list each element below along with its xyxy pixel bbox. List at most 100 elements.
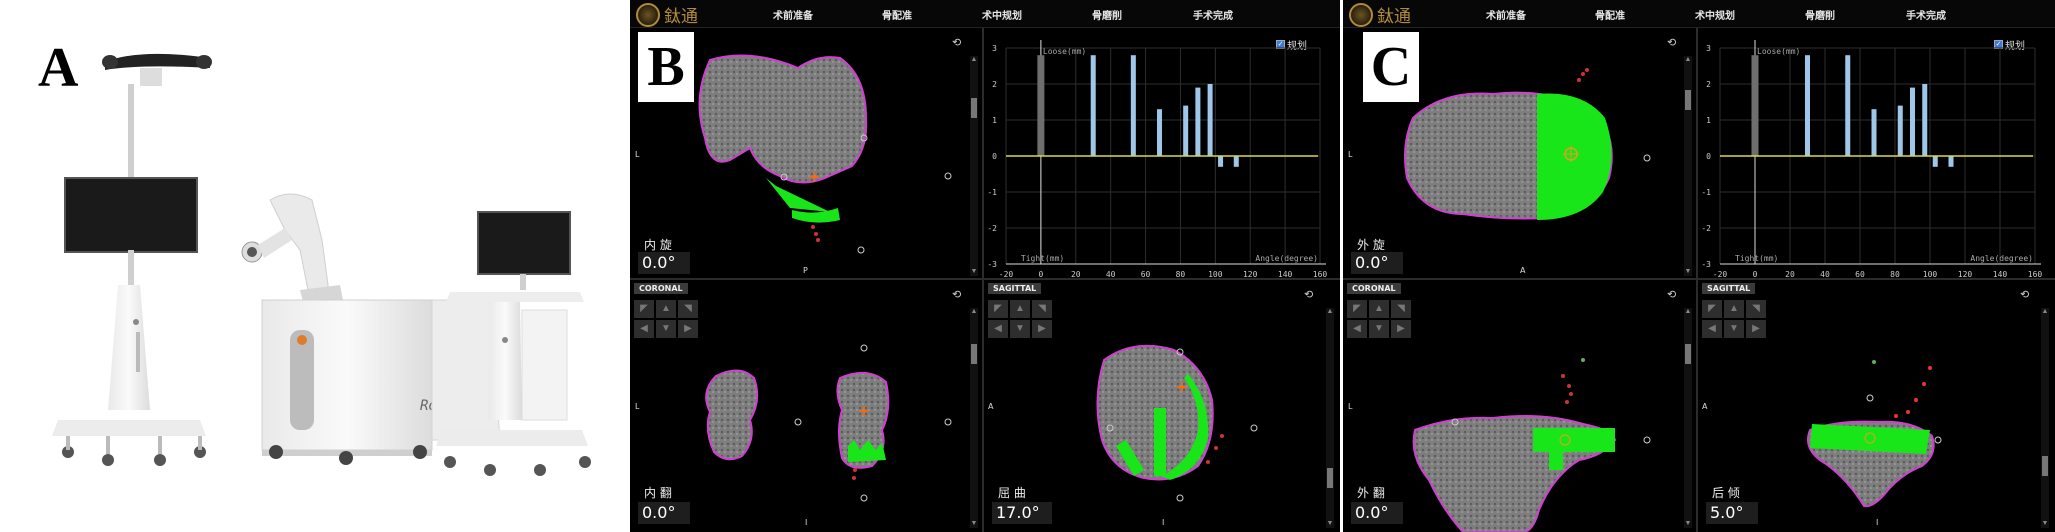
axial-angle-value[interactable]: 0.0°	[638, 252, 690, 274]
y-axis-label-tight: Tight(mm)	[1735, 254, 1778, 263]
y-tick-label: 1	[992, 116, 997, 125]
axial-view[interactable]: C L A ⟲ ▲ ▼ 外 旋 0.0°	[1343, 28, 1698, 280]
chart-bar	[1932, 156, 1938, 167]
chart-bar	[1218, 156, 1224, 167]
sagittal-view[interactable]: SAGITTAL ◤ ▲ ◥ ◀ ▼ ▶ A I ⟲ ▲ ▼ 后 倾 5.0°	[1698, 280, 2055, 532]
scroll-down-icon[interactable]: ▼	[1326, 520, 1334, 528]
scroll-down-icon[interactable]: ▼	[970, 268, 978, 276]
x-tick-label: 120	[1958, 270, 1973, 279]
menu-item-preop-prep[interactable]: 术前准备	[1486, 7, 1526, 22]
coronal-slice-scrollbar[interactable]: ▲ ▼	[970, 308, 978, 528]
x-tick-label: 0	[1753, 270, 1758, 279]
menu-item-bone-milling[interactable]: 骨磨削	[1092, 7, 1122, 22]
chart-bar	[1195, 87, 1201, 156]
y-tick-label: 2	[1706, 80, 1711, 89]
menu-item-bone-registration[interactable]: 骨配准	[882, 7, 912, 22]
coronal-view[interactable]: CORONAL ◤ ▲ ◥ ◀ ▼ ▶ L I ⟲ ▲ ▼ 内 翻 0.0°	[630, 280, 984, 532]
sagittal-slice-scrollbar[interactable]: ▲ ▼	[1326, 308, 1334, 528]
rotate-view-icon[interactable]: ⟲	[2020, 288, 2036, 301]
scroll-up-icon[interactable]: ▲	[970, 308, 978, 316]
scroll-down-icon[interactable]: ▼	[970, 520, 978, 528]
menu-item-intraop-planning[interactable]: 术中规划	[1695, 7, 1735, 22]
axial-slice-scrollbar[interactable]: ▲ ▼	[970, 56, 978, 276]
scroll-up-icon[interactable]: ▲	[1326, 308, 1334, 316]
chart-bar	[1897, 105, 1903, 156]
x-tick-label: -20	[999, 270, 1014, 279]
sagittal-angle-label: 后 倾	[1712, 486, 1740, 500]
chart-bar	[1233, 156, 1239, 167]
scroll-down-icon[interactable]: ▼	[1684, 268, 1692, 276]
chart-bar	[1910, 87, 1915, 156]
rotate-view-icon[interactable]: ⟲	[1667, 36, 1683, 49]
scroll-up-icon[interactable]: ▲	[2041, 308, 2049, 316]
menu-item-intraop-planning[interactable]: 术中规划	[982, 7, 1022, 22]
y-tick-label: -1	[1701, 188, 1711, 197]
panel-letter-a: A	[38, 37, 79, 99]
coronal-angle-value[interactable]: 0.0°	[1351, 502, 1403, 524]
panel-b-femur-planning-screen: 鈦通 术前准备 骨配准 术中规划 骨磨削 手术完成 B L P ⟲ ▲ ▼ 内 …	[630, 0, 1340, 532]
scroll-thumb[interactable]	[971, 344, 977, 364]
menu-item-surgery-complete[interactable]: 手术完成	[1906, 7, 1946, 22]
y-tick-label: -2	[987, 224, 997, 233]
sagittal-bone-scan	[1096, 344, 1258, 502]
scroll-down-icon[interactable]: ▼	[2041, 520, 2049, 528]
scroll-thumb[interactable]	[1327, 468, 1333, 488]
y-axis-label-loose: Loose(mm)	[1043, 47, 1086, 56]
axial-view[interactable]: B L P ⟲ ▲ ▼ 内 旋 0.0°	[630, 28, 984, 280]
scroll-up-icon[interactable]: ▲	[1684, 56, 1692, 64]
tracking-camera-cart	[52, 53, 212, 466]
rotate-view-icon[interactable]: ⟲	[1667, 288, 1683, 301]
y-tick-label: -2	[1701, 224, 1711, 233]
top-menu-bar: 鈦通 术前准备 骨配准 术中规划 骨磨削 手术完成	[1343, 0, 2055, 28]
rotate-view-icon[interactable]: ⟲	[1304, 288, 1320, 301]
x-tick-label: 20	[1071, 270, 1081, 279]
chart-bar	[1845, 55, 1851, 157]
coronal-angle-value[interactable]: 0.0°	[638, 502, 690, 524]
chart-bar	[1871, 109, 1877, 156]
sagittal-angle-value[interactable]: 17.0°	[992, 502, 1052, 524]
rotate-view-icon[interactable]: ⟲	[952, 36, 968, 49]
axial-angle-value[interactable]: 0.0°	[1351, 252, 1403, 274]
x-axis-label: Angle(degree)	[1970, 254, 2033, 263]
x-tick-label: 60	[1141, 270, 1151, 279]
brand-name: 鈦通	[664, 7, 698, 27]
sagittal-angle-label: 屈 曲	[998, 486, 1026, 500]
menu-item-preop-prep[interactable]: 术前准备	[773, 7, 813, 22]
scroll-thumb[interactable]	[2042, 456, 2048, 476]
x-tick-label: 100	[1208, 270, 1223, 279]
axial-bone-scan	[1404, 68, 1651, 220]
robot-arm-base-unit: Robot	[241, 193, 501, 465]
menu-item-surgery-complete[interactable]: 手术完成	[1193, 7, 1233, 22]
scroll-thumb[interactable]	[1685, 344, 1691, 364]
menu-item-bone-registration[interactable]: 骨配准	[1595, 7, 1625, 22]
scroll-thumb[interactable]	[971, 98, 977, 118]
axial-slice-scrollbar[interactable]: ▲ ▼	[1684, 56, 1692, 276]
sagittal-angle-value[interactable]: 5.0°	[1706, 502, 1758, 524]
rotate-view-icon[interactable]: ⟲	[952, 288, 968, 301]
coronal-angle-label: 内 翻	[644, 486, 672, 500]
scroll-up-icon[interactable]: ▲	[1684, 308, 1692, 316]
x-tick-label: 100	[1923, 270, 1938, 279]
sagittal-slice-scrollbar[interactable]: ▲ ▼	[2041, 308, 2049, 528]
sagittal-view[interactable]: SAGITTAL ◤ ▲ ◥ ◀ ▼ ▶ A I ⟲ ▲ ▼ 屈 曲 17.0°	[984, 280, 1340, 532]
x-tick-label: 120	[1243, 270, 1258, 279]
x-tick-label: 140	[1993, 270, 2008, 279]
brand-logo: 鈦通	[636, 2, 698, 27]
menu-item-bone-milling[interactable]: 骨磨削	[1805, 7, 1835, 22]
x-tick-label: 160	[2028, 270, 2043, 279]
x-tick-label: 60	[1855, 270, 1865, 279]
x-tick-label: 140	[1278, 270, 1293, 279]
gap-balance-chart-view: ✓ 规划 3 2 1 0 -1 -2 -3 -20 0 20 40 60 80 100 120 140 160 L…	[1698, 28, 2055, 280]
scroll-down-icon[interactable]: ▼	[1684, 520, 1692, 528]
y-tick-label: 1	[1706, 116, 1711, 125]
scroll-up-icon[interactable]: ▲	[970, 56, 978, 64]
gap-balance-chart-view: ✓ 规划 3 2 1 0 -1 -2 -3 -20 0 20 40 60 80 100 120 140 160 L…	[984, 28, 1340, 280]
gap-balance-chart: 3 2 1 0 -1 -2 -3-20 0 20 40 60 80 100 120 140 160 Loose(…	[1701, 40, 2043, 279]
scroll-thumb[interactable]	[1685, 90, 1691, 110]
coronal-view[interactable]: CORONAL ◤▲◥ ◀▼▶ L I ⟲ ▲ ▼ 外 翻 0.0°	[1343, 280, 1698, 532]
coronal-slice-scrollbar[interactable]: ▲ ▼	[1684, 308, 1692, 528]
axial-angle-label: 内 旋	[644, 238, 672, 252]
x-tick-label: 160	[1313, 270, 1328, 279]
x-tick-label: -20	[1713, 270, 1728, 279]
chart-bar	[1948, 156, 1954, 167]
